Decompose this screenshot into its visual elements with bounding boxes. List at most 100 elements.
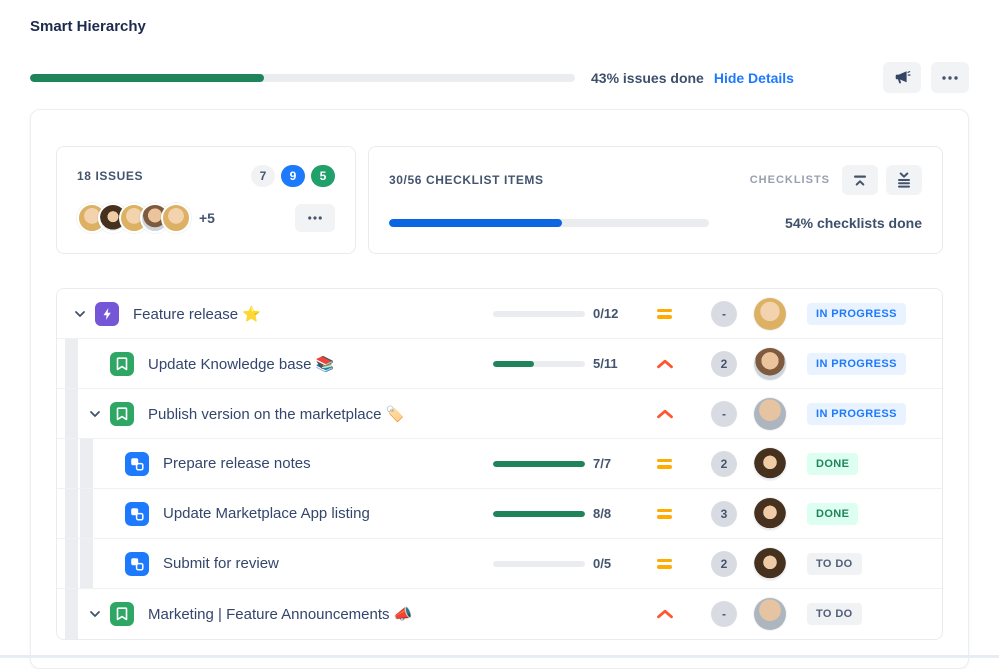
issue-row[interactable]: Marketing | Feature Announcements 📣 - TO… bbox=[57, 589, 942, 639]
status-badge[interactable]: DONE bbox=[807, 452, 859, 475]
checklist-count: 5/11 bbox=[593, 356, 618, 371]
checklists-summary-card: 30/56 CHECKLIST ITEMS CHECKLISTS 54% che… bbox=[368, 146, 943, 254]
estimate-badge: - bbox=[711, 601, 737, 627]
assignee-avatar[interactable] bbox=[754, 347, 786, 380]
assignee-avatar[interactable] bbox=[754, 497, 786, 530]
checklist-count: 7/7 bbox=[593, 456, 612, 471]
priority-high-icon bbox=[656, 409, 674, 419]
priority-medium-icon bbox=[657, 458, 672, 469]
collapse-chevron-icon[interactable] bbox=[89, 410, 101, 418]
assignee-avatar[interactable] bbox=[754, 447, 786, 480]
subtask-icon bbox=[125, 501, 149, 526]
checklists-progress-fill bbox=[389, 219, 562, 227]
issues-progress-bar bbox=[30, 73, 575, 82]
subtask-icon bbox=[125, 551, 149, 576]
collapse-chevron-icon[interactable] bbox=[74, 310, 86, 318]
estimate-badge: 2 bbox=[711, 350, 737, 377]
issue-title[interactable]: Marketing | Feature Announcements 📣 bbox=[148, 605, 464, 623]
assignee-avatar[interactable] bbox=[754, 547, 786, 580]
indent-guide bbox=[65, 439, 78, 488]
more-options-button[interactable] bbox=[931, 62, 969, 93]
expand-all-icon bbox=[896, 172, 912, 188]
row-progress-bar bbox=[493, 560, 585, 567]
assignee-avatar-group[interactable] bbox=[77, 203, 191, 233]
status-badge[interactable]: IN PROGRESS bbox=[807, 302, 906, 325]
checklists-progress-label: 54% checklists done bbox=[785, 215, 922, 231]
story-icon bbox=[110, 602, 134, 626]
checklists-group-label: CHECKLISTS bbox=[749, 174, 830, 186]
smart-hierarchy-panel: Smart Hierarchy 43% issues done Hide Det… bbox=[0, 0, 999, 669]
row-progress-bar bbox=[493, 460, 585, 467]
issue-title[interactable]: Feature release ⭐ bbox=[133, 305, 464, 323]
issue-row[interactable]: Update Knowledge base 📚 5/11 2 IN PROGRE… bbox=[57, 339, 942, 389]
issue-row[interactable]: Publish version on the marketplace 🏷️ - … bbox=[57, 389, 942, 439]
ellipsis-icon bbox=[308, 216, 322, 220]
status-badge[interactable]: TO DO bbox=[807, 603, 862, 625]
hierarchy-card: 18 ISSUES 7 9 5 +5 30/56 CHECKLIST ITEMS… bbox=[30, 109, 969, 669]
issues-progress-fill bbox=[30, 73, 265, 82]
estimate-badge: 3 bbox=[711, 500, 737, 527]
issue-row[interactable]: Feature release ⭐ 0/12 - IN PROGRESS bbox=[57, 289, 942, 339]
status-badge[interactable]: TO DO bbox=[807, 552, 862, 575]
checklist-count: 0/12 bbox=[593, 306, 619, 321]
estimate-badge: 2 bbox=[711, 550, 737, 577]
row-progress-bar bbox=[493, 360, 585, 367]
extra-assignees-label: +5 bbox=[199, 210, 215, 226]
indent-guide bbox=[65, 539, 78, 588]
issue-title[interactable]: Update Knowledge base 📚 bbox=[148, 355, 464, 373]
expand-checklists-button[interactable] bbox=[886, 165, 922, 195]
row-progress-bar bbox=[493, 510, 585, 517]
issue-title[interactable]: Update Marketplace App listing bbox=[163, 505, 464, 522]
indent-guide bbox=[65, 589, 78, 639]
priority-medium-icon bbox=[657, 558, 672, 569]
issues-count-label: 18 ISSUES bbox=[77, 169, 144, 183]
issue-row[interactable]: Prepare release notes 7/7 2 DONE bbox=[57, 439, 942, 489]
priority-high-icon bbox=[656, 609, 674, 619]
issue-row[interactable]: Update Marketplace App listing 8/8 3 DON… bbox=[57, 489, 942, 539]
estimate-badge: - bbox=[711, 300, 737, 327]
announcement-button[interactable] bbox=[883, 62, 921, 93]
assignee-avatar[interactable] bbox=[754, 598, 786, 630]
summary-row: 18 ISSUES 7 9 5 +5 30/56 CHECKLIST ITEMS… bbox=[56, 146, 943, 254]
issues-progress-label: 43% issues done bbox=[591, 69, 704, 86]
collapse-chevron-icon[interactable] bbox=[89, 610, 101, 618]
estimate-badge: 2 bbox=[711, 450, 737, 477]
indent-guide bbox=[65, 489, 78, 538]
issues-more-button[interactable] bbox=[295, 204, 335, 232]
done-count-pill: 5 bbox=[311, 165, 335, 187]
indent-guide bbox=[80, 539, 93, 588]
subtask-icon bbox=[125, 451, 149, 476]
megaphone-icon bbox=[894, 69, 911, 86]
assignee-avatar bbox=[161, 203, 191, 233]
status-badge[interactable]: IN PROGRESS bbox=[807, 402, 906, 425]
indent-guide bbox=[80, 439, 93, 488]
story-icon bbox=[110, 351, 134, 376]
assignee-avatar[interactable] bbox=[754, 297, 786, 330]
issue-title[interactable]: Prepare release notes bbox=[163, 455, 464, 472]
status-badge[interactable]: IN PROGRESS bbox=[807, 352, 906, 375]
collapse-checklists-button[interactable] bbox=[842, 165, 878, 195]
ellipsis-icon bbox=[942, 75, 958, 80]
inprogress-count-pill: 9 bbox=[281, 165, 305, 187]
issue-row[interactable]: Submit for review 0/5 2 TO DO bbox=[57, 539, 942, 589]
row-progress-bar bbox=[493, 310, 585, 317]
issue-title[interactable]: Publish version on the marketplace 🏷️ bbox=[148, 405, 464, 423]
checklist-items-label: 30/56 CHECKLIST ITEMS bbox=[389, 173, 544, 187]
issues-progress-row: 43% issues done Hide Details bbox=[30, 62, 969, 93]
priority-medium-icon bbox=[657, 308, 672, 319]
issue-title[interactable]: Submit for review bbox=[163, 555, 464, 572]
assignee-avatar[interactable] bbox=[754, 397, 786, 430]
epic-icon bbox=[95, 301, 119, 326]
status-badge[interactable]: DONE bbox=[807, 502, 859, 525]
indent-guide bbox=[80, 489, 93, 538]
issue-table: Feature release ⭐ 0/12 - IN PROGRESS Upd… bbox=[56, 288, 943, 640]
indent-guide bbox=[65, 389, 78, 438]
collapse-all-icon bbox=[852, 174, 868, 187]
hide-details-link[interactable]: Hide Details bbox=[714, 70, 794, 86]
checklists-progress-bar bbox=[389, 219, 709, 227]
checklist-count: 8/8 bbox=[593, 506, 612, 521]
priority-high-icon bbox=[656, 359, 674, 369]
issues-summary-card: 18 ISSUES 7 9 5 +5 bbox=[56, 146, 356, 254]
status-count-pills: 7 9 5 bbox=[251, 165, 335, 187]
priority-medium-icon bbox=[657, 508, 672, 519]
